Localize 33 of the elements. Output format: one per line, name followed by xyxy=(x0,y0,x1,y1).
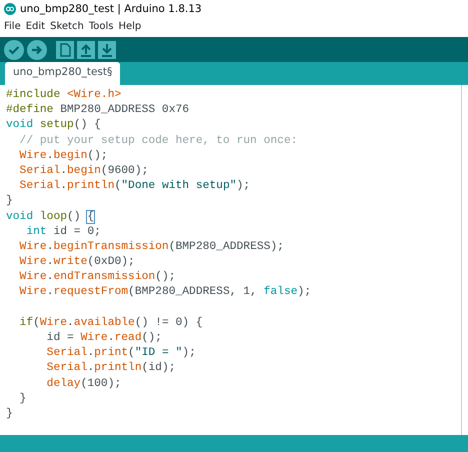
down-arrow-icon[interactable] xyxy=(98,40,116,58)
menu-item[interactable]: Tools xyxy=(88,20,114,33)
code-line: #define BMP280_ADDRESS 0x76 xyxy=(6,104,190,116)
code-line: if(Wire.available() != 0) { xyxy=(18,316,203,329)
new-file-icon[interactable] xyxy=(56,40,74,58)
code-line: Wire.beginTransmission(BMP280_ADDRESS); xyxy=(18,240,284,253)
code-line: Serial.println("Done with setup"); xyxy=(18,180,250,192)
code-line: Serial.begin(9600); xyxy=(18,164,148,177)
code-line: Wire.begin(); xyxy=(18,150,108,162)
code-line: Serial.print("ID = "); xyxy=(46,347,196,360)
code-line: Wire.requestFrom(BMP280_ADDRESS, 1, false); xyxy=(18,286,312,298)
code-line: } xyxy=(18,392,26,405)
window-title: uno_bmp280_test | Arduino 1.8.13 xyxy=(20,2,202,18)
code-line: int id = 0; xyxy=(25,226,101,238)
verify-check-icon[interactable] xyxy=(4,40,24,60)
menu-item[interactable]: Edit xyxy=(26,20,46,33)
code-line: id = Wire.read(); xyxy=(46,332,162,344)
menu-item[interactable]: Sketch xyxy=(50,20,84,33)
code-line: Wire.write(0xD0); xyxy=(18,256,135,268)
menu-item[interactable]: File xyxy=(4,20,21,33)
code-line: Serial.println(id); xyxy=(46,362,176,374)
code-line: void setup() { xyxy=(6,119,101,132)
code-line: // put your setup code here, to run once: xyxy=(18,134,298,147)
up-arrow-icon[interactable] xyxy=(77,40,95,58)
infinity-logo-icon xyxy=(4,3,16,16)
code-line: #include <Wire.h> xyxy=(6,89,122,101)
code-line: delay(100); xyxy=(46,378,122,390)
code-line: void loop() { xyxy=(6,210,94,222)
code-line: Wire.endTransmission(); xyxy=(18,271,176,284)
menu-item[interactable]: Help xyxy=(118,20,142,33)
sketch-tab[interactable]: uno_bmp280_test§ xyxy=(5,62,120,85)
code-line: } xyxy=(6,195,13,208)
code-line: } xyxy=(6,408,13,420)
